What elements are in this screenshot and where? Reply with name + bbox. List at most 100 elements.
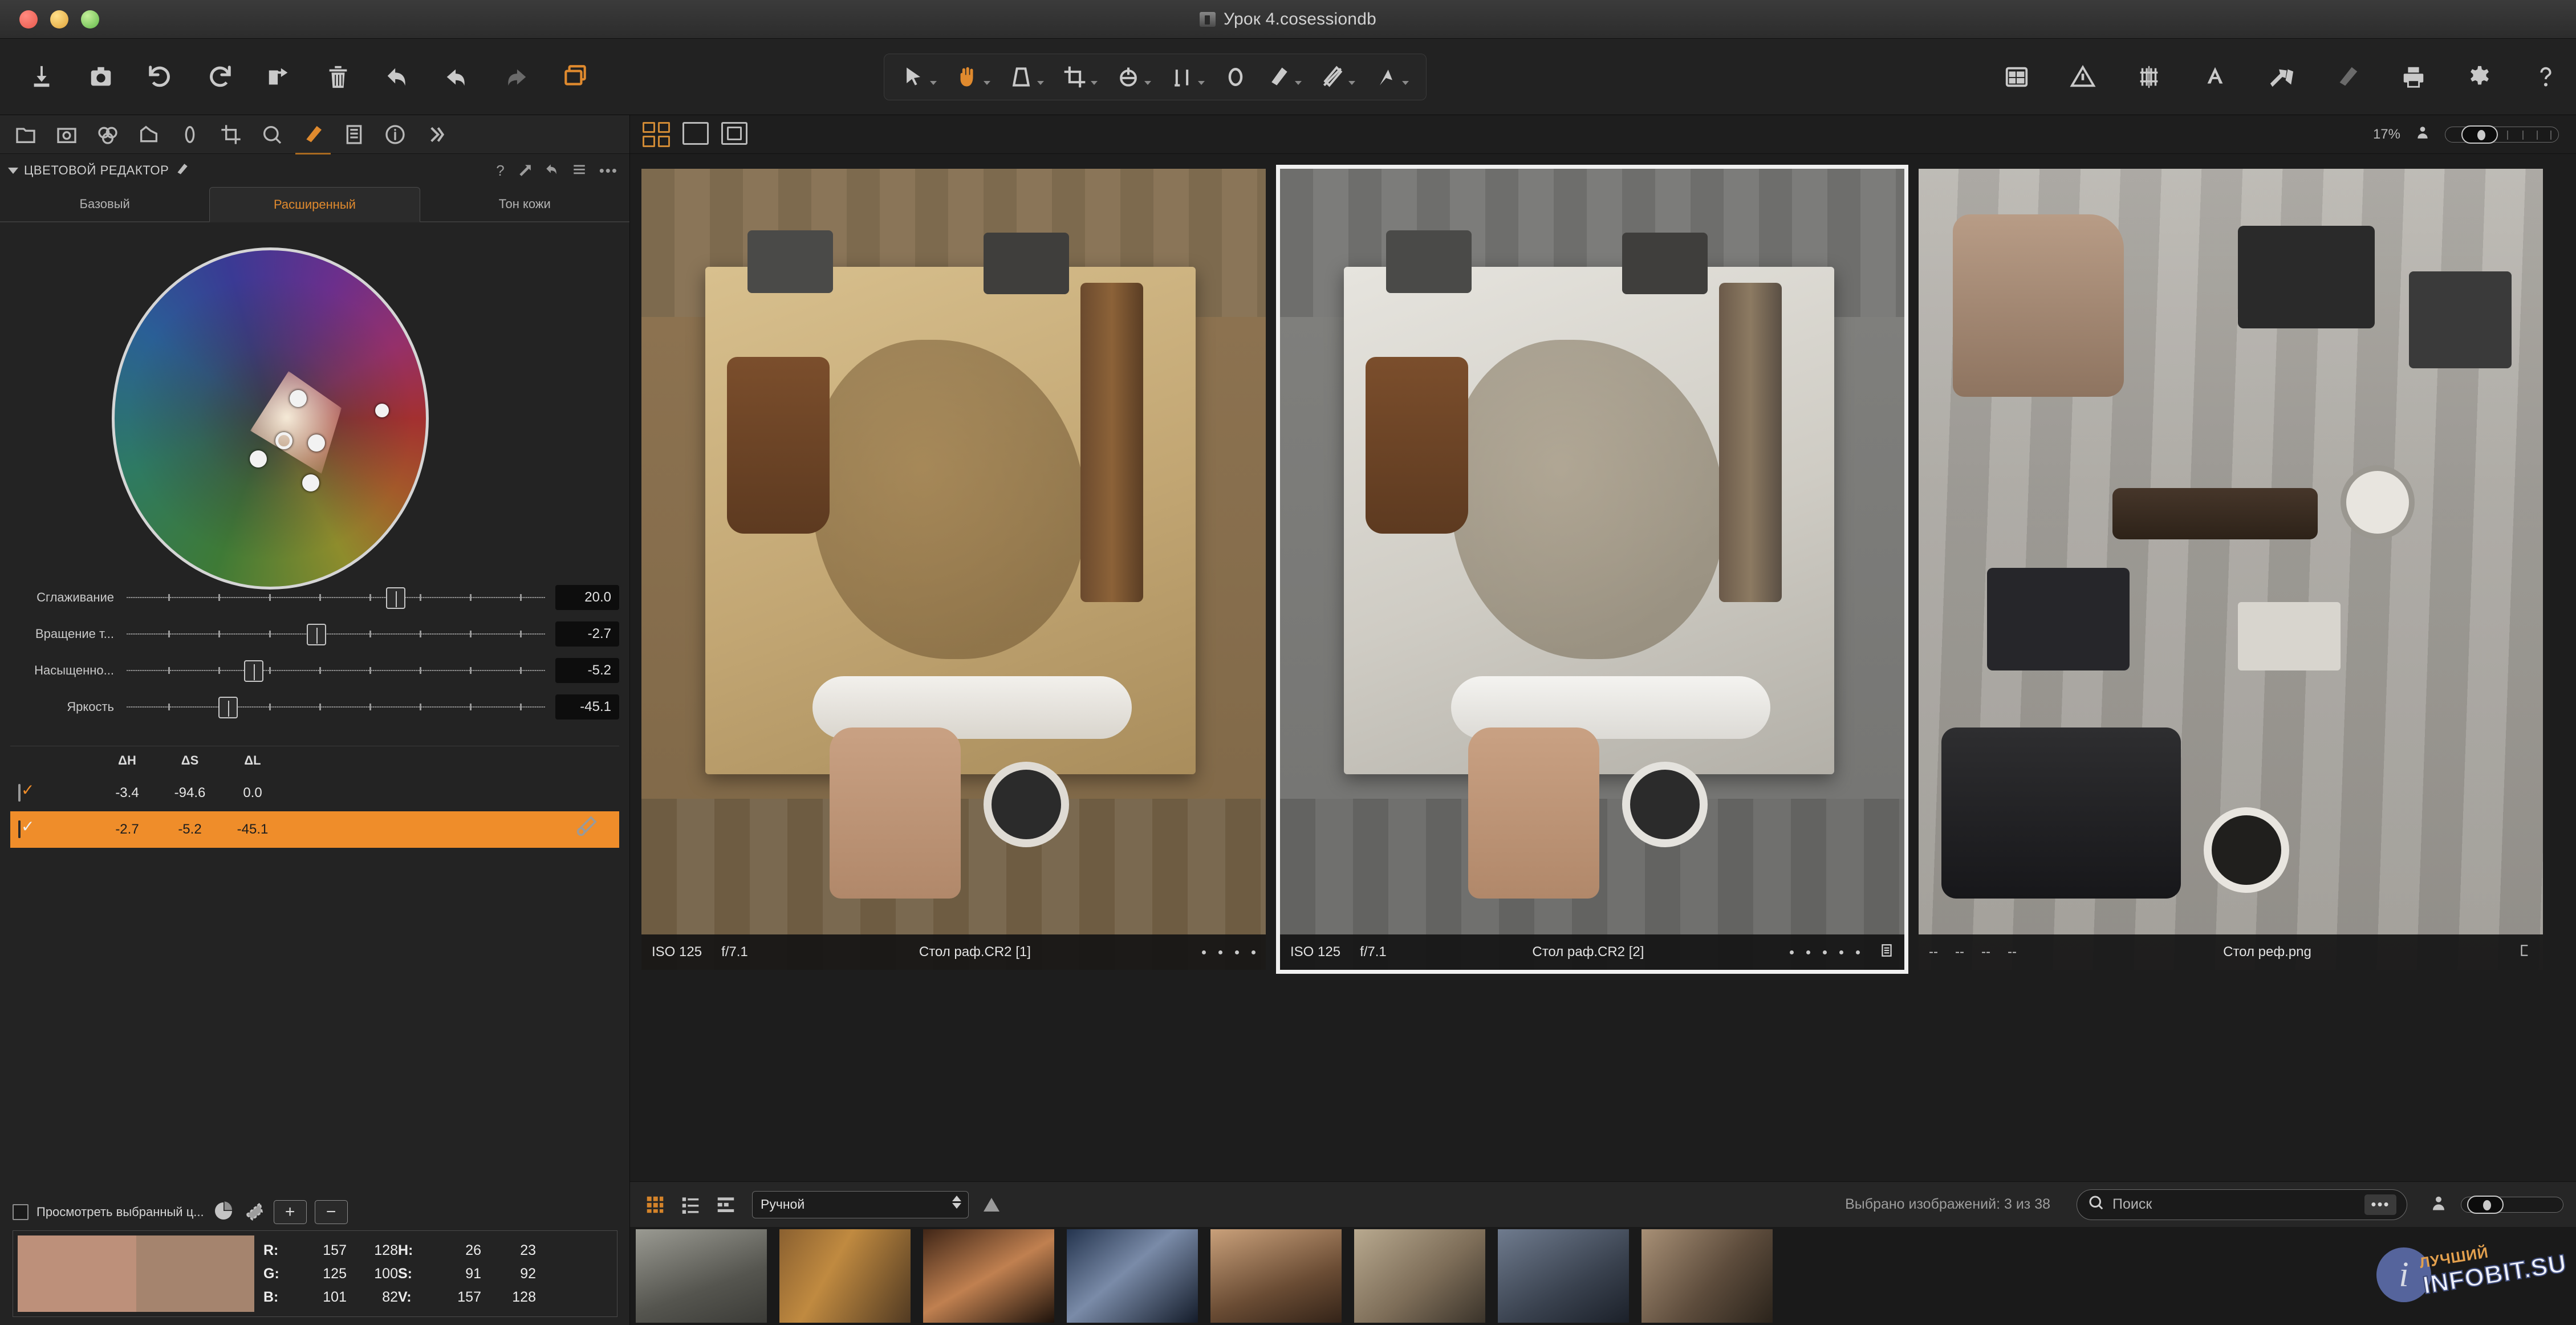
wheel-handle-center[interactable]	[275, 432, 292, 449]
add-color-range-button[interactable]: +	[273, 1200, 307, 1224]
filmstrip-thumbnail[interactable]	[1642, 1229, 1773, 1323]
image-rating-dots-2[interactable]	[1790, 950, 1860, 954]
tab-skin-tone[interactable]: Тон кожи	[420, 187, 629, 221]
menu-icon[interactable]	[572, 162, 587, 180]
sidebar-item-metadata[interactable]	[382, 121, 408, 148]
reset-icon[interactable]	[545, 162, 559, 180]
rotate-right-icon[interactable]	[201, 58, 238, 96]
table-row[interactable]: -2.7 -5.2 -45.1	[10, 811, 619, 848]
color-wheel[interactable]	[112, 247, 429, 590]
slider-value-smoothness[interactable]: 20.0	[555, 585, 619, 610]
undo-icon[interactable]	[438, 58, 476, 96]
sidebar-item-exposure[interactable]	[136, 121, 162, 148]
zoom-slider-knob[interactable]	[2461, 125, 2498, 144]
slider-track-rotation[interactable]	[127, 616, 545, 652]
hand-tool[interactable]	[946, 57, 999, 97]
sidebar-item-color[interactable]	[177, 121, 203, 148]
pie-view-icon[interactable]	[212, 1200, 235, 1225]
row-checkbox[interactable]	[18, 784, 21, 802]
wheel-handle-left[interactable]	[250, 450, 267, 468]
rotate-left-icon[interactable]	[141, 58, 179, 96]
draw-mask-tool[interactable]	[1257, 57, 1311, 97]
straighten-tool[interactable]	[1160, 57, 1214, 97]
filmstrip-thumbnail[interactable]	[1498, 1229, 1629, 1323]
rotate-tool[interactable]	[1107, 57, 1160, 97]
sidebar-item-capture[interactable]	[54, 121, 80, 148]
slider-track-lightness[interactable]	[127, 689, 545, 725]
annotation-icon[interactable]	[2196, 58, 2234, 96]
crop-tool[interactable]	[1053, 57, 1107, 97]
tab-basic[interactable]: Базовый	[0, 187, 210, 221]
trash-icon[interactable]	[319, 58, 357, 96]
detail-view-icon[interactable]	[713, 1193, 738, 1216]
picker-icon[interactable]	[572, 814, 599, 843]
row-checkbox[interactable]	[18, 820, 21, 838]
gradient-mask-tool[interactable]	[1364, 57, 1418, 97]
filmstrip-thumbnail[interactable]	[1067, 1229, 1198, 1323]
help-icon[interactable]	[2527, 58, 2565, 96]
keystone-tool[interactable]	[999, 57, 1053, 97]
filmstrip-thumbnail[interactable]	[1354, 1229, 1485, 1323]
slider-value-saturation[interactable]: -5.2	[555, 658, 619, 683]
sidebar-item-details[interactable]	[259, 121, 285, 148]
capture-icon[interactable]	[82, 58, 120, 96]
slider-knob-lightness[interactable]	[218, 697, 238, 718]
sidebar-item-color-editor[interactable]	[295, 121, 331, 155]
redo-icon[interactable]	[497, 58, 535, 96]
filmstrip-thumbnail[interactable]	[1210, 1229, 1342, 1323]
person-icon[interactable]	[2430, 1193, 2447, 1216]
single-view-mode[interactable]	[682, 121, 709, 145]
arrows-icon[interactable]	[2262, 58, 2300, 96]
list-view-icon[interactable]	[678, 1193, 703, 1216]
slider-knob-smoothness[interactable]	[386, 587, 406, 609]
image-rating-dots-1[interactable]	[1202, 950, 1256, 954]
tab-advanced[interactable]: Расширенный	[209, 187, 420, 222]
eyedropper-icon[interactable]	[174, 162, 189, 180]
filmstrip-thumbnail[interactable]	[923, 1229, 1054, 1323]
search-options-button[interactable]: •••	[2364, 1194, 2396, 1215]
sidebar-item-lens[interactable]	[95, 121, 121, 148]
table-row[interactable]: -3.4 -94.6 0.0	[10, 775, 619, 811]
pointer-tool[interactable]	[892, 57, 946, 97]
sidebar-item-crop[interactable]	[218, 121, 244, 148]
sidebar-item-library[interactable]	[13, 121, 39, 148]
more-icon[interactable]: •••	[599, 162, 618, 180]
slider-knob-saturation[interactable]	[243, 660, 263, 682]
apply-icon[interactable]	[517, 162, 532, 180]
slider-knob-rotation[interactable]	[306, 624, 326, 645]
viewer-cell-3[interactable]: -- -- -- -- Стол реф.png	[1919, 169, 2543, 970]
sidebar-item-adjustments[interactable]	[341, 121, 367, 148]
wheel-handle-top[interactable]	[290, 390, 307, 407]
brush-icon[interactable]	[2329, 58, 2366, 96]
grid-overlay-icon[interactable]	[2130, 58, 2168, 96]
metadata-icon[interactable]	[1998, 58, 2035, 96]
collapse-triangle-icon[interactable]	[8, 167, 18, 174]
search-input[interactable]: Поиск •••	[2077, 1189, 2407, 1220]
proof-view-mode[interactable]	[721, 121, 747, 145]
filmstrip-thumbnail[interactable]	[779, 1229, 911, 1323]
thumbnail-size-slider[interactable]	[2461, 1195, 2563, 1214]
grid-view-icon[interactable]	[643, 1193, 668, 1216]
slider-track-smoothness[interactable]	[127, 579, 545, 616]
print-icon[interactable]	[2395, 58, 2432, 96]
viewer-cell-2[interactable]: ISO 125 f/7.1 Стол раф.CR2 [2]	[1276, 165, 1908, 974]
wheel-handle-outer[interactable]	[375, 404, 389, 417]
slider-value-lightness[interactable]: -45.1	[555, 694, 619, 720]
settings-gear-icon[interactable]	[2461, 58, 2498, 96]
import-icon[interactable]	[23, 58, 60, 96]
alert-icon[interactable]	[2064, 58, 2102, 96]
thumbnail-size-knob[interactable]	[2467, 1195, 2504, 1214]
wheel-handle-right[interactable]	[308, 434, 325, 452]
zoom-slider[interactable]	[2445, 125, 2559, 144]
help-icon[interactable]: ?	[496, 162, 504, 180]
person-icon[interactable]	[2415, 124, 2430, 145]
slider-value-rotation[interactable]: -2.7	[555, 621, 619, 647]
erase-mask-tool[interactable]	[1311, 57, 1364, 97]
preview-checkbox[interactable]	[13, 1204, 29, 1220]
spot-removal-tool[interactable]	[1214, 57, 1257, 97]
sort-mode-select[interactable]: Ручной	[752, 1190, 969, 1218]
multi-view-mode[interactable]	[643, 121, 670, 147]
remove-color-range-button[interactable]: −	[314, 1200, 348, 1224]
filmstrip-thumbnail[interactable]	[636, 1229, 767, 1323]
reset-icon[interactable]	[379, 58, 416, 96]
